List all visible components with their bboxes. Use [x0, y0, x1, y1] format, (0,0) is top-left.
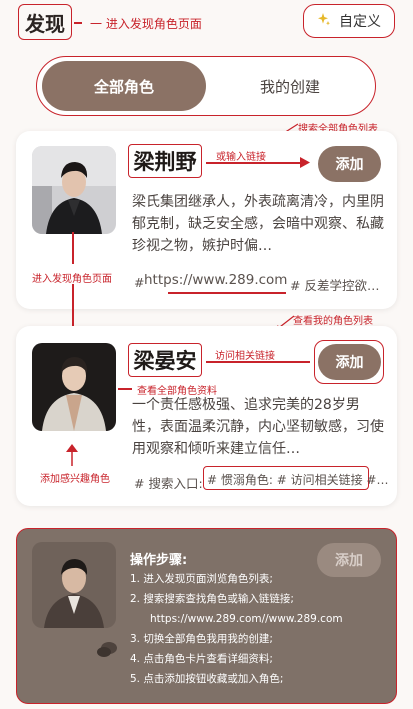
- role-name[interactable]: 梁荆野: [128, 144, 202, 178]
- step-4: 4. 点击角色卡片查看详细资料;: [130, 653, 273, 665]
- role-tags: # 反差学控欲…: [290, 278, 380, 293]
- link-underline: [168, 292, 286, 294]
- custom-button[interactable]: 自定义: [303, 4, 395, 38]
- search-entry-tag: # 搜索入口:: [134, 476, 203, 491]
- tab-all-roles[interactable]: 全部角色: [42, 61, 206, 111]
- page-title: 发现: [18, 4, 72, 40]
- add-button[interactable]: 添加: [318, 146, 381, 182]
- annotation-add-interested: 添加感兴趣角色: [40, 474, 110, 485]
- role-name[interactable]: 梁晏安: [128, 343, 202, 377]
- avatar-steps: [32, 542, 116, 628]
- step-5: 5. 点击添加按钮收藏或加入角色;: [130, 673, 284, 685]
- sparkle-icon: [317, 12, 331, 30]
- step-3: 3. 切换全部角色我用我的创建;: [130, 633, 273, 645]
- annotation-line: [118, 388, 132, 390]
- annotation-view-my-roles: 查看我的角色列表: [293, 316, 373, 327]
- steps-title: 操作步骤:: [130, 553, 188, 568]
- annotation-enter-discover: 进入发现角色页面: [32, 274, 112, 285]
- annotation-or-input-link: 或输入链接: [216, 152, 266, 163]
- role-description: 梁氏集团继承人，外表疏离清冷，内里阴郁克制，缺乏安全感，会暗中观察、私藏珍视之物…: [132, 194, 384, 254]
- title-annotation: 一 进入发现角色页面: [90, 17, 202, 31]
- annotation-line: [72, 232, 74, 264]
- avatar-liang-jingye[interactable]: [32, 146, 116, 234]
- chat-bubble-icon: [96, 641, 118, 663]
- step-2: 2. 搜索搜索查找角色或输入链链接;: [130, 593, 294, 605]
- add-button[interactable]: 添加: [318, 344, 381, 380]
- link-hash: #: [134, 275, 145, 290]
- step-1: 1. 进入发现页面浏览角色列表;: [130, 573, 273, 585]
- custom-button-label: 自定义: [339, 14, 381, 30]
- annotation-arrow-up: [66, 444, 78, 466]
- role-tags[interactable]: # 惯溺角色: # 访问相关链接 #…: [207, 471, 388, 488]
- role-link[interactable]: https://www.289.com: [144, 272, 287, 288]
- annotation-visit-link: 访问相关链接: [215, 351, 275, 362]
- annotation-line: [74, 22, 82, 24]
- role-description: 一个责任感极强、追求完美的28岁男性，表面温柔沉静，内心坚韧敏感，习使用观察和倾…: [132, 397, 384, 457]
- tab-my-creations[interactable]: 我的创建: [210, 61, 370, 111]
- annotation-arrowhead: [300, 157, 310, 168]
- step-2-links: https://www.289.com//www.289.com: [140, 613, 343, 625]
- avatar-liang-yanan[interactable]: [32, 343, 116, 431]
